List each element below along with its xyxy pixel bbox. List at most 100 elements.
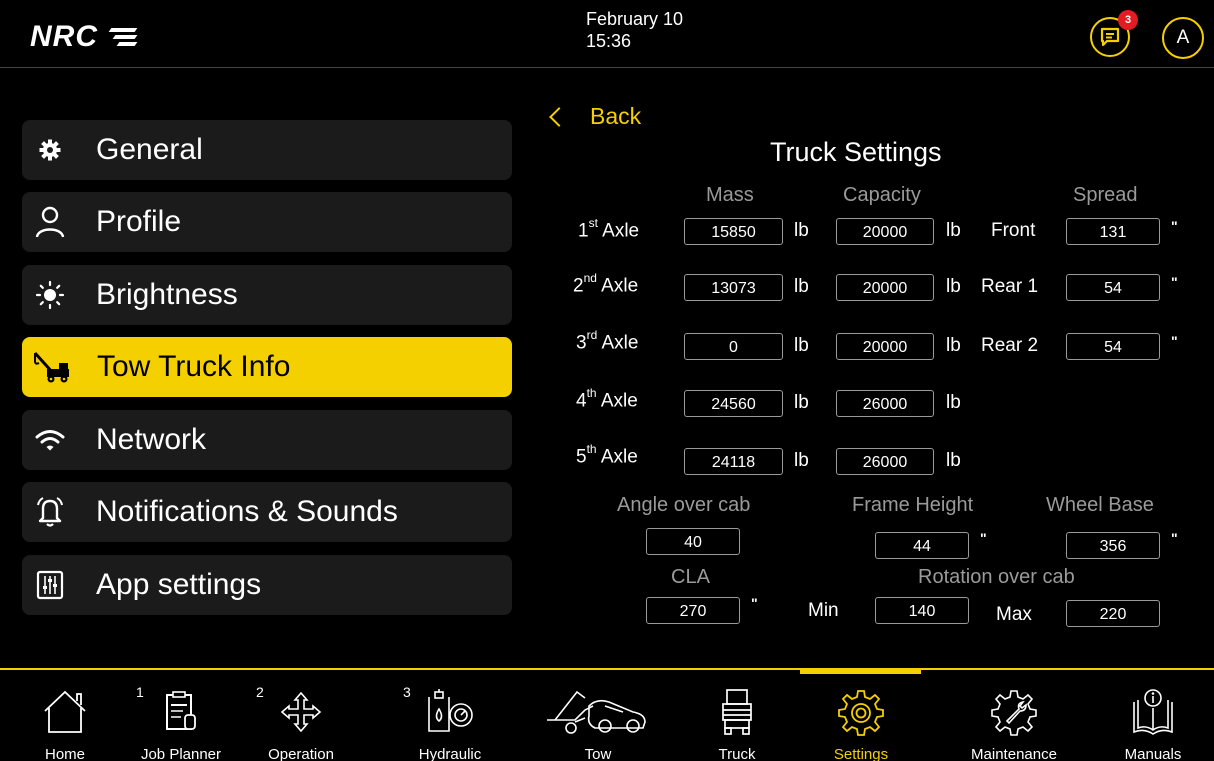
nav-truck[interactable]: Truck [682,670,792,761]
axle-5-capacity-field[interactable]: 26000 [836,448,934,475]
frame-height-label: Frame Height [852,494,974,516]
nav-manuals[interactable]: Manuals [1098,670,1208,761]
nav-tow[interactable]: Tow [540,670,656,761]
axle-2-capacity-field[interactable]: 20000 [836,274,934,301]
mass-unit: lb [794,276,809,297]
rotation-min-label: Min [808,600,839,621]
logo-text: NRC [30,20,98,53]
sidebar-item-label: Profile [96,205,182,238]
tow-icon [540,686,656,738]
avatar[interactable]: A [1162,17,1204,59]
bell-icon [26,492,74,532]
inch-unit: " [980,530,987,546]
sidebar-item-general[interactable]: General [22,120,512,180]
home-icon [10,686,120,738]
capacity-unit: lb [946,276,961,297]
inch-unit: " [1171,530,1178,546]
nav-label: Tow [584,746,612,761]
rotation-over-cab-label: Rotation over cab [918,566,1075,588]
inch-unit: " [751,595,758,611]
top-bar: NRC February 10 15:36 3 A [0,0,1214,68]
sidebar-item-label: App settings [96,568,262,601]
sidebar-item-tow-truck-info[interactable]: Tow Truck Info [22,337,512,397]
spread-rear-2-field[interactable]: 54 [1066,333,1160,360]
axle-3-capacity-field[interactable]: 20000 [836,333,934,360]
back-label: Back [590,103,642,129]
capacity-unit: lb [946,450,961,471]
frame-height-field[interactable]: 44 [875,532,969,559]
mass-unit: lb [794,220,809,241]
wheel-base-field[interactable]: 356 [1066,532,1160,559]
sidebar-item-brightness[interactable]: Brightness [22,265,512,325]
chat-icon [1100,27,1120,47]
nav-maintenance[interactable]: Maintenance [959,670,1069,761]
axle-1-label: 1st Axle [578,216,640,242]
app-logo: NRC [30,20,138,54]
manual-icon [1098,686,1208,738]
page-title: Truck Settings [770,137,942,167]
sidebar-item-label: General [96,133,203,166]
rotation-min-field[interactable]: 140 [875,597,969,624]
mass-unit: lb [794,392,809,413]
inch-unit: " [1171,218,1178,234]
move-arrows-icon [246,686,356,738]
spread-rear-1-field[interactable]: 54 [1066,274,1160,301]
rotation-max-field[interactable]: 220 [1066,600,1160,627]
sliders-icon [26,565,74,605]
nav-label: Job Planner [140,746,222,761]
capacity-column-header: Capacity [843,184,921,206]
axle-4-capacity-field[interactable]: 26000 [836,390,934,417]
nav-label: Settings [833,746,889,761]
sidebar-item-label: Brightness [96,278,238,311]
truck-icon [682,686,792,738]
time-text: 15:36 [586,31,632,51]
axle-5-mass-field[interactable]: 24118 [684,448,783,475]
axle-2-label: 2nd Axle [573,271,639,297]
capacity-unit: lb [946,335,961,356]
sidebar-item-label: Network [96,423,207,456]
job-planner-icon [126,686,236,738]
hydraulic-icon [395,686,505,738]
angle-over-cab-label: Angle over cab [617,494,751,516]
rotation-max-label: Max [996,604,1032,625]
sidebar-item-network[interactable]: Network [22,410,512,470]
spread-rear-2-label: Rear 2 [981,335,1039,356]
chevron-left-icon [549,106,569,127]
message-count-badge: 3 [1118,10,1138,30]
nav-hydraulic[interactable]: 3 Hydraulic [395,670,505,761]
sidebar-item-label: Tow Truck Info [97,350,291,383]
messages-button[interactable]: 3 [1090,10,1138,57]
axle-1-capacity-field[interactable]: 20000 [836,218,934,245]
back-button[interactable]: Back [548,103,641,130]
axle-1-mass-field[interactable]: 15850 [684,218,783,245]
nav-job-planner[interactable]: 1 Job Planner [126,670,236,761]
sidebar-item-label: Notifications & Sounds [96,495,398,528]
nav-label: Manuals [1124,746,1182,761]
logo-stripes-icon [106,26,138,48]
nav-settings[interactable]: Settings [806,670,916,761]
nav-label: Maintenance [971,746,1057,761]
wifi-icon [26,420,74,460]
spread-front-label: Front [991,220,1036,241]
sidebar-item-app-settings[interactable]: App settings [22,555,512,615]
spread-column-header: Spread [1073,184,1138,206]
mass-unit: lb [794,335,809,356]
axle-4-label: 4th Axle [576,386,638,412]
inch-unit: " [1171,333,1178,349]
axle-4-mass-field[interactable]: 24560 [684,390,783,417]
spread-front-field[interactable]: 131 [1066,218,1160,245]
axle-3-mass-field[interactable]: 0 [684,333,783,360]
angle-over-cab-field[interactable]: 40 [646,528,740,555]
axle-3-label: 3rd Axle [576,328,639,354]
nav-home[interactable]: Home [10,670,120,761]
nav-label: Truck [718,746,756,761]
axle-2-mass-field[interactable]: 13073 [684,274,783,301]
capacity-unit: lb [946,220,961,241]
sidebar-item-profile[interactable]: Profile [22,192,512,252]
nav-label: Operation [268,746,334,761]
cla-field[interactable]: 270 [646,597,740,624]
mass-unit: lb [794,450,809,471]
mass-column-header: Mass [706,184,754,206]
nav-operation[interactable]: 2 Operation [246,670,356,761]
sidebar-item-notifications[interactable]: Notifications & Sounds [22,482,512,542]
